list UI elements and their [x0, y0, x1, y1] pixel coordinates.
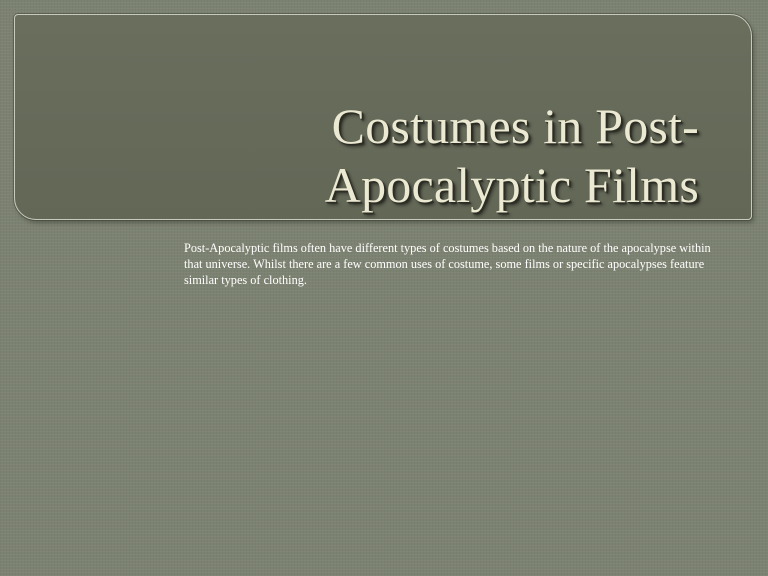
- slide: Costumes in Post- Apocalyptic Films Post…: [0, 0, 768, 576]
- title-panel: Costumes in Post- Apocalyptic Films: [14, 14, 752, 220]
- slide-title-line-2: Apocalyptic Films: [324, 157, 699, 213]
- slide-title: Costumes in Post- Apocalyptic Films: [239, 97, 699, 215]
- slide-title-line-1: Costumes in Post-: [331, 98, 699, 154]
- body-paragraph: Post-Apocalyptic films often have differ…: [184, 241, 711, 287]
